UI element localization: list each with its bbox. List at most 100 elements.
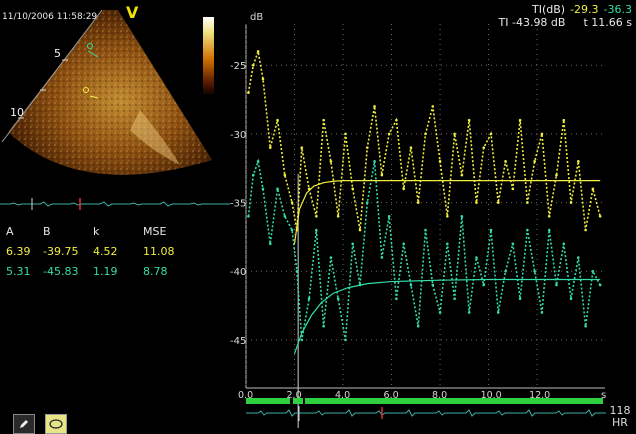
ellipse-icon [49, 419, 63, 429]
data-point [526, 201, 529, 204]
data-point [431, 283, 435, 287]
data-point [475, 256, 478, 259]
data-point [584, 228, 587, 232]
data-point [409, 146, 413, 149]
data-point [344, 338, 347, 342]
data-point [562, 118, 566, 122]
data-point [489, 228, 493, 232]
data-point [496, 311, 500, 314]
data-point [475, 201, 478, 204]
data-point [511, 187, 515, 191]
data-point [438, 311, 442, 314]
data-point [496, 201, 500, 204]
data-point [290, 201, 294, 204]
data-point [504, 160, 507, 163]
data-point [402, 187, 405, 191]
data-point [482, 283, 486, 287]
data-point [431, 105, 435, 108]
data-point [562, 242, 566, 246]
data-point [591, 187, 595, 191]
data-point [329, 256, 333, 259]
data-point [247, 215, 250, 218]
data-point [261, 187, 265, 191]
data-point [395, 118, 398, 122]
data-point [518, 297, 522, 301]
y-axis-label: dB [250, 12, 263, 23]
data-point [261, 77, 265, 81]
data-point [329, 160, 333, 163]
data-point [251, 63, 255, 67]
data-point [569, 297, 573, 301]
y-tick-label: -35 [230, 199, 246, 210]
data-point [256, 160, 260, 163]
data-point [268, 242, 272, 246]
data-point [533, 269, 536, 273]
data-point [555, 283, 558, 287]
data-point [247, 91, 250, 94]
data-point [577, 256, 580, 259]
y-tick-label: -25 [230, 61, 246, 72]
intensity-time-chart[interactable]: -25-30-35-40-450.0 2.0 4.0 6.0 8.0 10.0 12.0dB… [0, 0, 636, 434]
fit-curve-3 [293, 278, 601, 354]
data-point [268, 146, 272, 149]
data-point [256, 50, 260, 53]
data-point [547, 228, 551, 232]
data-point [504, 269, 507, 273]
pencil-icon [20, 420, 28, 428]
data-point [584, 324, 587, 328]
data-point [307, 297, 311, 301]
data-point [453, 132, 456, 136]
data-point [283, 215, 287, 218]
timeline-bar[interactable] [246, 397, 606, 421]
data-point [416, 324, 420, 328]
data-point [290, 228, 294, 232]
data-point [467, 311, 471, 314]
data-point [380, 256, 384, 259]
data-point [336, 297, 340, 301]
data-point [533, 160, 536, 163]
data-point [315, 215, 318, 218]
data-point [467, 118, 471, 122]
data-point [598, 215, 602, 218]
data-point [351, 187, 355, 191]
data-point [460, 215, 464, 218]
data-point [489, 132, 493, 136]
data-point [598, 283, 602, 287]
data-point [446, 215, 449, 218]
data-point [295, 269, 299, 273]
data-point [453, 297, 456, 301]
data-point [416, 201, 420, 204]
data-point [387, 132, 391, 136]
data-point [409, 283, 413, 287]
data-point [482, 146, 486, 149]
data-point [577, 160, 580, 163]
data-point [446, 242, 449, 246]
data-point [373, 105, 376, 108]
data-point [276, 187, 279, 191]
data-point [358, 228, 362, 232]
data-point [518, 118, 522, 122]
data-point [315, 228, 318, 232]
y-tick-label: -45 [230, 336, 246, 347]
data-point [322, 118, 325, 122]
data-point [380, 173, 384, 177]
data-point [540, 311, 544, 314]
data-point [424, 132, 427, 136]
pencil-tool-button[interactable] [13, 414, 35, 434]
data-point [540, 132, 544, 136]
ellipse-tool-button[interactable] [45, 414, 67, 434]
data-point [460, 173, 464, 177]
data-point [365, 201, 369, 204]
heart-rate-label: HR [612, 416, 628, 429]
data-point [336, 215, 340, 218]
data-series-0 [247, 48, 601, 231]
data-point [283, 173, 287, 177]
y-tick-label: -30 [230, 130, 246, 141]
data-point [276, 118, 279, 122]
data-point [555, 173, 558, 177]
data-point [547, 215, 551, 218]
data-point [344, 132, 347, 136]
data-point [300, 146, 304, 149]
data-point [387, 215, 391, 218]
data-point [569, 201, 573, 204]
